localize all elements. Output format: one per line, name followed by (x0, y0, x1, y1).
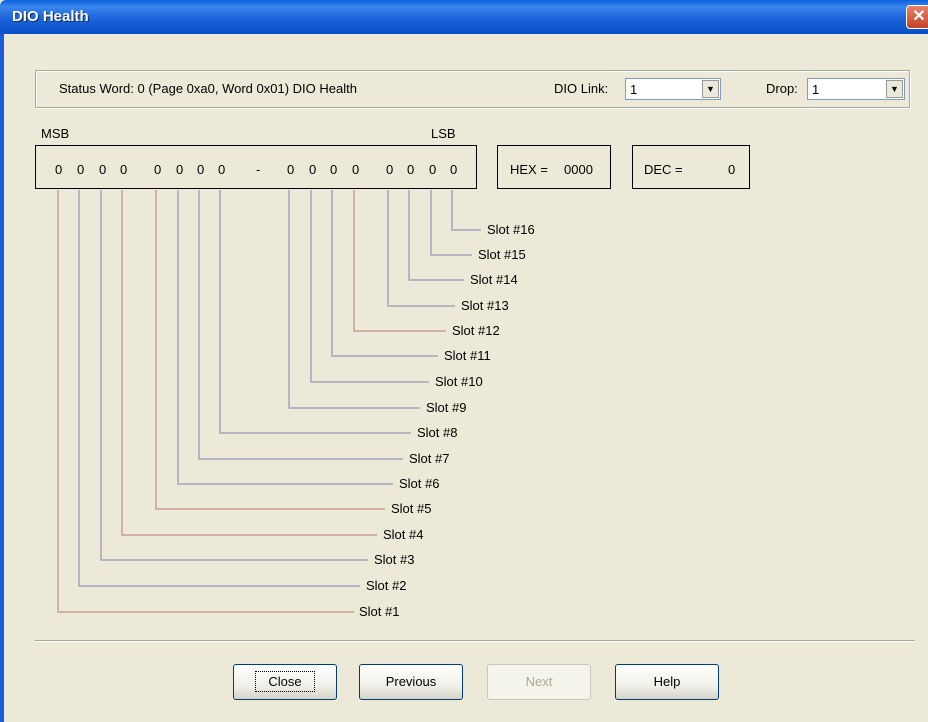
leader-slot-14 (408, 190, 464, 281)
slot-label-11: Slot #11 (444, 348, 491, 363)
slot-label-2: Slot #2 (366, 578, 407, 593)
leader-slot-1 (57, 190, 354, 613)
next-button-label: Next (525, 674, 553, 689)
previous-button[interactable]: Previous (359, 664, 463, 700)
help-button-label: Help (653, 674, 681, 689)
slot-label-14: Slot #14 (470, 272, 518, 287)
close-button[interactable]: Close (233, 664, 337, 700)
slot-label-10: Slot #10 (435, 374, 483, 389)
leader-slot-10 (310, 190, 429, 383)
close-button-label: Close (255, 671, 315, 692)
slot-label-16: Slot #16 (487, 222, 535, 237)
slot-label-7: Slot #7 (409, 451, 450, 466)
leader-slot-13 (387, 190, 455, 307)
leader-slot-6 (177, 190, 393, 485)
leader-slot-7 (198, 190, 403, 460)
slot-label-4: Slot #4 (383, 527, 424, 542)
slot-label-13: Slot #13 (461, 298, 509, 313)
leader-slot-5 (155, 190, 385, 510)
leader-slot-3 (100, 190, 368, 561)
next-button[interactable]: Next (487, 664, 591, 700)
slot-label-3: Slot #3 (374, 552, 415, 567)
leader-slot-12 (353, 190, 446, 332)
slot-label-5: Slot #5 (391, 501, 432, 516)
dio-health-window: DIO Health ✕ Status Word: 0 (Page 0xa0, … (0, 0, 928, 722)
slot-label-6: Slot #6 (399, 476, 440, 491)
slot-label-1: Slot #1 (359, 604, 400, 619)
slot-label-8: Slot #8 (417, 425, 458, 440)
leader-slot-8 (219, 190, 411, 434)
help-button[interactable]: Help (615, 664, 719, 700)
leader-slot-16 (451, 190, 481, 231)
footer-divider (35, 640, 915, 642)
previous-button-label: Previous (385, 674, 437, 689)
slot-label-15: Slot #15 (478, 247, 526, 262)
slot-label-9: Slot #9 (426, 400, 467, 415)
slot-label-12: Slot #12 (452, 323, 500, 338)
